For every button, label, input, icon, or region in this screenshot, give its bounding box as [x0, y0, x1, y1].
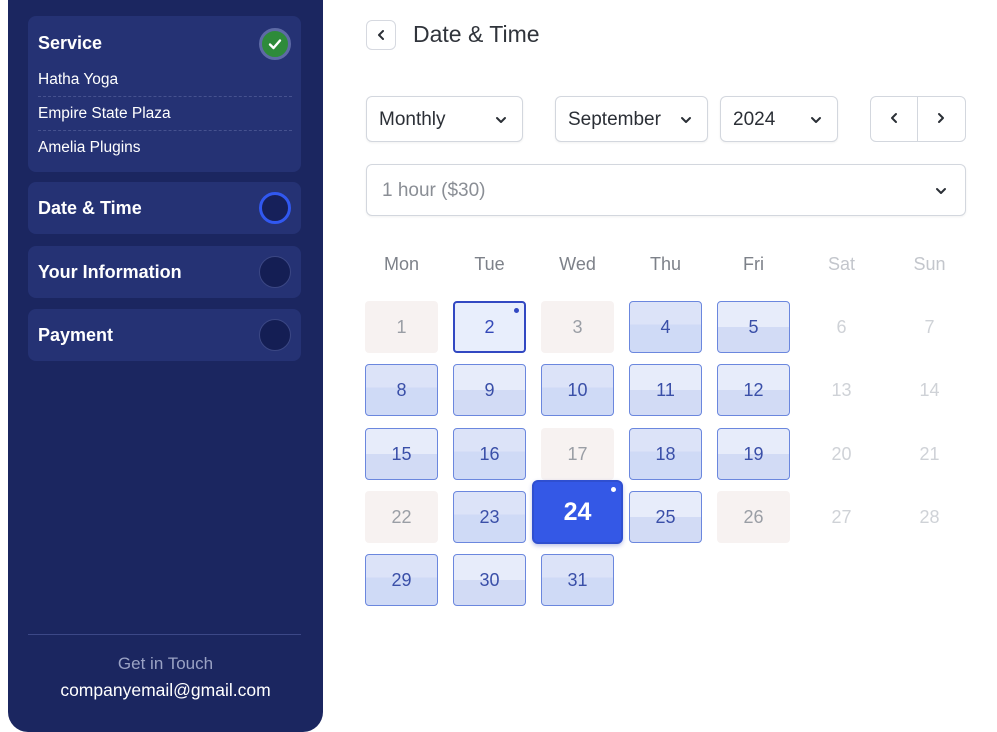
- calendar-day[interactable]: 31: [541, 554, 614, 606]
- page-title: Date & Time: [413, 21, 540, 47]
- year-select[interactable]: 2024: [720, 96, 838, 142]
- month-select-value: September: [568, 109, 661, 130]
- calendar-day: 27: [831, 507, 852, 527]
- calendar-day[interactable]: 2: [453, 301, 526, 353]
- next-month-button[interactable]: [918, 97, 965, 141]
- service-step-card[interactable]: Service Hatha Yoga Empire State Plaza Am…: [28, 16, 301, 172]
- calendar-day[interactable]: 29: [365, 554, 438, 606]
- contact-email[interactable]: companyemail@gmail.com: [8, 680, 323, 701]
- calendar-day: 13: [831, 380, 852, 400]
- calendar-day[interactable]: 15: [365, 428, 438, 480]
- sidebar: Service Hatha Yoga Empire State Plaza Am…: [8, 0, 323, 732]
- calendar-day[interactable]: 8: [365, 364, 438, 416]
- chevron-left-icon: [378, 30, 384, 40]
- calendar-day: 7: [924, 317, 935, 337]
- chevron-down-icon: [936, 188, 946, 194]
- calendar-day: 3: [541, 301, 614, 353]
- calendar-day[interactable]: 24: [532, 480, 623, 544]
- duration-select[interactable]: 1 hour ($30): [366, 164, 966, 216]
- sidebar-item-your-information[interactable]: Your Information: [28, 246, 301, 298]
- calendar-day[interactable]: 23: [453, 491, 526, 543]
- sidebar-divider: [28, 634, 301, 635]
- calendar-day: 22: [365, 491, 438, 543]
- year-select-value: 2024: [733, 109, 776, 130]
- calendar-day[interactable]: 9: [453, 364, 526, 416]
- service-step-title: Service: [38, 33, 103, 53]
- calendar-day[interactable]: 5: [717, 301, 790, 353]
- step-title: Payment: [38, 325, 114, 345]
- step-title: Your Information: [38, 262, 182, 282]
- calendar-day: 1: [365, 301, 438, 353]
- calendar-day: 20: [831, 444, 852, 464]
- calendar-day[interactable]: 4: [629, 301, 702, 353]
- weekday-header: Mon: [383, 254, 419, 274]
- step-pending-indicator-icon: [259, 256, 291, 288]
- chevron-down-icon: [681, 117, 691, 123]
- event-dot-icon: [514, 308, 519, 313]
- calendar-day[interactable]: 30: [453, 554, 526, 606]
- calendar-day: 17: [541, 428, 614, 480]
- employee-item: Amelia Plugins: [38, 139, 141, 156]
- calendar-day: 26: [717, 491, 790, 543]
- event-dot-icon: [611, 487, 616, 492]
- weekday-header: Tue: [474, 254, 505, 274]
- check-icon: [259, 28, 291, 60]
- step-title: Date & Time: [38, 198, 142, 218]
- weekday-header: Fri: [743, 254, 764, 274]
- weekday-header: Thu: [649, 254, 682, 274]
- weekday-header: Sun: [913, 254, 946, 274]
- step-pending-indicator-icon: [259, 319, 291, 351]
- calendar-day[interactable]: 10: [541, 364, 614, 416]
- calendar-day[interactable]: 12: [717, 364, 790, 416]
- chevron-left-icon: [891, 113, 897, 123]
- calendar-day: 14: [919, 380, 940, 400]
- booking-app: Service Hatha Yoga Empire State Plaza Am…: [0, 0, 997, 732]
- step-active-indicator-icon: [259, 192, 291, 224]
- month-navigation: [870, 96, 966, 142]
- month-select[interactable]: September: [555, 96, 708, 142]
- previous-month-button[interactable]: [871, 97, 918, 141]
- calendar-day[interactable]: 18: [629, 428, 702, 480]
- calendar-day[interactable]: 19: [717, 428, 790, 480]
- location-item: Empire State Plaza: [38, 97, 292, 131]
- chevron-right-icon: [938, 113, 944, 123]
- service-item: Hatha Yoga: [38, 63, 292, 97]
- back-button[interactable]: [366, 20, 396, 50]
- calendar-day: 6: [836, 317, 847, 337]
- chevron-down-icon: [811, 117, 821, 123]
- calendar-day: 21: [919, 444, 940, 464]
- duration-select-value: 1 hour ($30): [382, 180, 486, 201]
- get-in-touch-heading: Get in Touch: [117, 654, 214, 673]
- weekday-header: Sat: [827, 254, 856, 274]
- calendar-day: 28: [919, 507, 940, 527]
- sidebar-item-payment[interactable]: Payment: [28, 309, 301, 361]
- view-select-value: Monthly: [379, 109, 446, 130]
- calendar-day[interactable]: 11: [629, 364, 702, 416]
- calendar-day[interactable]: 25: [629, 491, 702, 543]
- calendar-day[interactable]: 16: [453, 428, 526, 480]
- weekday-header: Wed: [559, 254, 596, 274]
- view-select[interactable]: Monthly: [366, 96, 523, 142]
- sidebar-item-date-time[interactable]: Date & Time: [28, 182, 301, 234]
- chevron-down-icon: [496, 117, 506, 123]
